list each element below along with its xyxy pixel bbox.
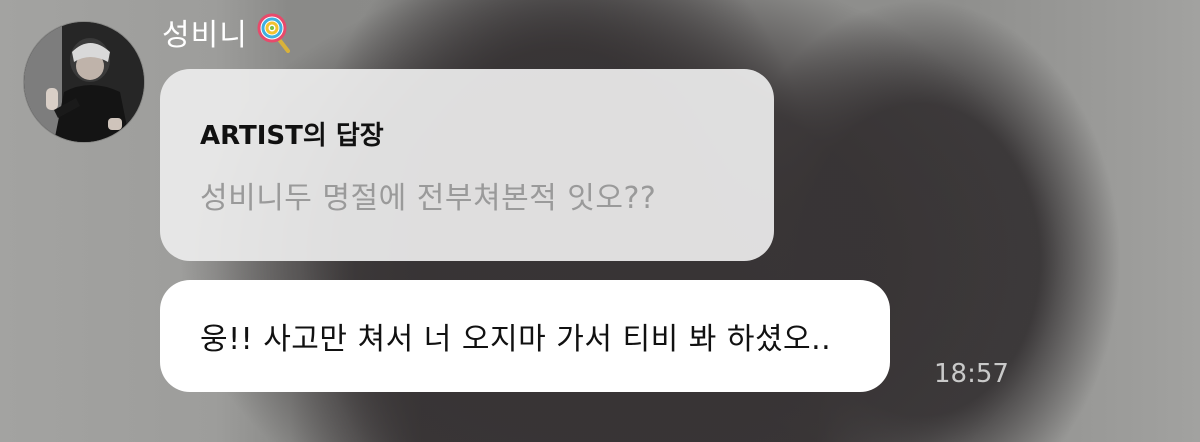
sender-name: 성비니 bbox=[162, 18, 248, 53]
lollipop-icon bbox=[254, 11, 294, 53]
message-text: 웅!! 사고만 쳐서 너 오지마 가서 티비 봐 하셨오.. bbox=[200, 322, 832, 357]
quoted-message-text: 성비니두 명절에 전부쳐본적 잇오?? bbox=[200, 181, 657, 216]
avatar-photo bbox=[24, 22, 144, 142]
message-bubble[interactable]: 웅!! 사고만 쳐서 너 오지마 가서 티비 봐 하셨오.. bbox=[160, 280, 890, 392]
sender-avatar[interactable] bbox=[24, 22, 144, 142]
quoted-reply-title: ARTIST의 답장 bbox=[200, 121, 384, 151]
sender-header: 성비니 bbox=[162, 10, 294, 54]
quoted-reply-bubble[interactable]: ARTIST의 답장 성비니두 명절에 전부쳐본적 잇오?? bbox=[160, 69, 774, 261]
message-timestamp: 18:57 bbox=[934, 359, 1009, 389]
